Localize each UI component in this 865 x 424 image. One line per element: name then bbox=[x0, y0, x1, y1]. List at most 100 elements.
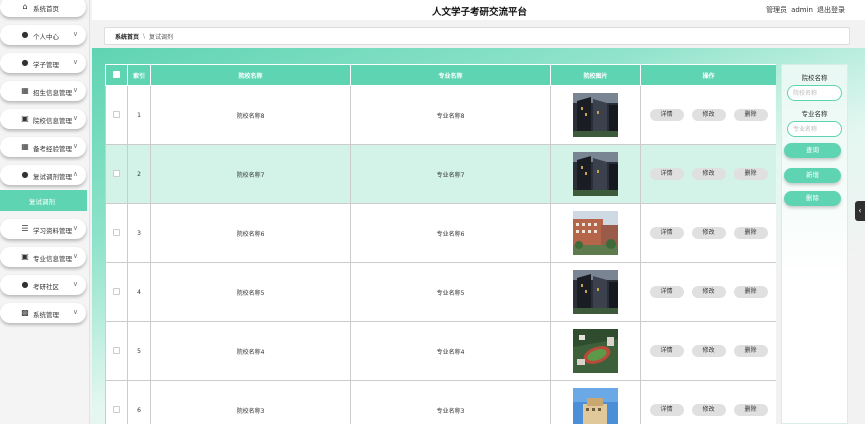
school-name-cell: 院校名称4 bbox=[150, 321, 351, 381]
actions-cell: 详情 修改 删除 bbox=[640, 144, 776, 204]
sidebar-item-label: 系统管理 bbox=[33, 311, 59, 319]
sidebar-item-experience-management[interactable]: ▦ 备考经验管理 ∨ bbox=[0, 137, 86, 157]
actions-cell: 详情 修改 删除 bbox=[640, 203, 776, 263]
detail-button[interactable]: 详情 bbox=[649, 109, 684, 121]
chevron-down-icon: ∨ bbox=[72, 280, 78, 288]
book-icon: ▣ bbox=[21, 114, 29, 123]
row-checkbox[interactable] bbox=[113, 405, 120, 413]
delete-button[interactable]: 删除 bbox=[733, 345, 768, 357]
breadcrumb-current: 复试调剂 bbox=[149, 33, 174, 41]
delete-button[interactable]: 删除 bbox=[733, 227, 768, 239]
school-image bbox=[573, 152, 618, 196]
home-icon: ⌂ bbox=[22, 2, 28, 11]
row-select-cell bbox=[105, 85, 128, 145]
sidebar-item-community[interactable]: ● 考研社区 ∨ bbox=[0, 275, 86, 295]
school-search-input[interactable] bbox=[787, 85, 842, 101]
edit-button[interactable]: 修改 bbox=[691, 227, 726, 239]
sidebar-item-materials-management[interactable]: ☰ 学习资料管理 ∨ bbox=[0, 219, 86, 239]
row-checkbox[interactable] bbox=[113, 169, 120, 177]
chevron-down-icon: ∨ bbox=[72, 30, 78, 38]
edit-button[interactable]: 修改 bbox=[691, 345, 726, 357]
chevron-down-icon: ∨ bbox=[72, 58, 78, 66]
table-row-selected: 2 院校名称7 专业名称7 详情 修改 删除 bbox=[105, 144, 776, 204]
sidebar-item-personal-center[interactable]: ● 个人中心 ∨ bbox=[0, 25, 86, 45]
table-row: 1 院校名称8 专业名称8 详情 修改 删除 bbox=[105, 85, 776, 145]
image-cell bbox=[550, 262, 641, 322]
table-row: 5 院校名称4 专业名称4 详情 修改 删除 bbox=[105, 321, 776, 381]
row-select-cell bbox=[105, 321, 128, 381]
delete-button[interactable]: 删除 bbox=[733, 168, 768, 180]
edit-button[interactable]: 修改 bbox=[691, 286, 726, 298]
index-cell: 1 bbox=[127, 85, 151, 145]
sidebar-item-system-management[interactable]: ▩ 系统管理 ∨ bbox=[0, 303, 86, 323]
detail-button[interactable]: 详情 bbox=[649, 286, 684, 298]
column-header-actions: 操作 bbox=[640, 64, 776, 86]
sidebar-item-admissions-management[interactable]: ▦ 招生信息管理 ∨ bbox=[0, 81, 86, 101]
chart-icon: ▩ bbox=[21, 308, 29, 317]
logout-link[interactable]: 退出登录 bbox=[817, 6, 845, 14]
major-name-cell: 专业名称4 bbox=[350, 321, 551, 381]
sidebar-subitem-adjustment[interactable]: 复试调剂 bbox=[0, 190, 87, 211]
sidebar-item-major-management[interactable]: ▣ 专业信息管理 ∨ bbox=[0, 247, 86, 267]
row-checkbox[interactable] bbox=[113, 228, 120, 236]
chevron-down-icon: ∨ bbox=[72, 252, 78, 260]
username: admin bbox=[791, 6, 813, 14]
sidebar-item-school-management[interactable]: ▣ 院校信息管理 ∨ bbox=[0, 109, 86, 129]
user-icon: ● bbox=[21, 280, 29, 289]
book-icon: ▣ bbox=[21, 252, 29, 261]
actions-cell: 详情 修改 删除 bbox=[640, 262, 776, 322]
major-search-input[interactable] bbox=[787, 121, 842, 137]
table-row: 6 院校名称3 专业名称3 详情 修改 删除 bbox=[105, 380, 776, 424]
top-header: 人文学子考研交流平台 管理员 admin 退出登录 bbox=[92, 0, 865, 20]
detail-button[interactable]: 详情 bbox=[649, 404, 684, 416]
column-header-major: 专业名称 bbox=[350, 64, 551, 86]
select-all-checkbox[interactable] bbox=[113, 70, 120, 78]
school-name-cell: 院校名称6 bbox=[150, 203, 351, 263]
table-row: 4 院校名称5 专业名称5 详情 修改 删除 bbox=[105, 262, 776, 322]
table-header-row: 索引 院校名称 专业名称 院校图片 操作 bbox=[105, 64, 776, 86]
row-checkbox[interactable] bbox=[113, 110, 120, 118]
breadcrumb-home[interactable]: 系统首页 bbox=[115, 32, 139, 41]
sidebar-item-label: 专业信息管理 bbox=[33, 255, 72, 263]
sidebar-item-label: 考研社区 bbox=[33, 283, 59, 291]
batch-delete-button[interactable]: 删除 bbox=[784, 191, 841, 206]
chevron-down-icon: ∨ bbox=[72, 224, 78, 232]
role-label: 管理员 bbox=[766, 6, 788, 14]
chevron-down-icon: ∨ bbox=[72, 142, 78, 150]
sidebar-item-label: 学习资料管理 bbox=[33, 227, 72, 235]
edit-button[interactable]: 修改 bbox=[691, 404, 726, 416]
actions-cell: 详情 修改 删除 bbox=[640, 85, 776, 145]
chevron-up-icon: ∧ bbox=[72, 170, 78, 178]
sidebar-item-adjustment-management[interactable]: ● 复试调剂管理 ∧ bbox=[0, 165, 86, 185]
sidebar-item-label: 备考经验管理 bbox=[33, 145, 72, 153]
row-select-cell bbox=[105, 144, 128, 204]
query-button[interactable]: 查询 bbox=[784, 143, 841, 158]
chevron-left-icon: ‹ bbox=[858, 206, 862, 215]
detail-button[interactable]: 详情 bbox=[649, 345, 684, 357]
major-name-cell: 专业名称6 bbox=[350, 203, 551, 263]
index-cell: 2 bbox=[127, 144, 151, 204]
user-icon: ● bbox=[21, 30, 29, 39]
row-checkbox[interactable] bbox=[113, 287, 120, 295]
delete-button[interactable]: 删除 bbox=[733, 286, 768, 298]
index-cell: 5 bbox=[127, 321, 151, 381]
school-name-cell: 院校名称5 bbox=[150, 262, 351, 322]
delete-button[interactable]: 删除 bbox=[733, 404, 768, 416]
row-select-cell bbox=[105, 380, 128, 424]
collapse-handle[interactable]: ‹ bbox=[855, 201, 865, 221]
detail-button[interactable]: 详情 bbox=[649, 227, 684, 239]
sidebar-item-home[interactable]: ⌂ 系统首页 bbox=[0, 0, 86, 17]
delete-button[interactable]: 删除 bbox=[733, 109, 768, 121]
data-table-container: 索引 院校名称 专业名称 院校图片 操作 1 院校名称8 专业名称8 详情 修改… bbox=[105, 64, 776, 424]
edit-button[interactable]: 修改 bbox=[691, 109, 726, 121]
row-select-cell bbox=[105, 262, 128, 322]
row-checkbox[interactable] bbox=[113, 346, 120, 354]
sidebar-item-student-management[interactable]: ● 学子管理 ∨ bbox=[0, 53, 86, 73]
grid-icon: ▦ bbox=[21, 86, 29, 95]
add-button[interactable]: 新增 bbox=[784, 168, 841, 183]
data-table: 索引 院校名称 专业名称 院校图片 操作 1 院校名称8 专业名称8 详情 修改… bbox=[105, 64, 776, 424]
major-name-cell: 专业名称5 bbox=[350, 262, 551, 322]
action-buttons: 详情 修改 删除 bbox=[641, 227, 776, 239]
detail-button[interactable]: 详情 bbox=[649, 168, 684, 180]
edit-button[interactable]: 修改 bbox=[691, 168, 726, 180]
